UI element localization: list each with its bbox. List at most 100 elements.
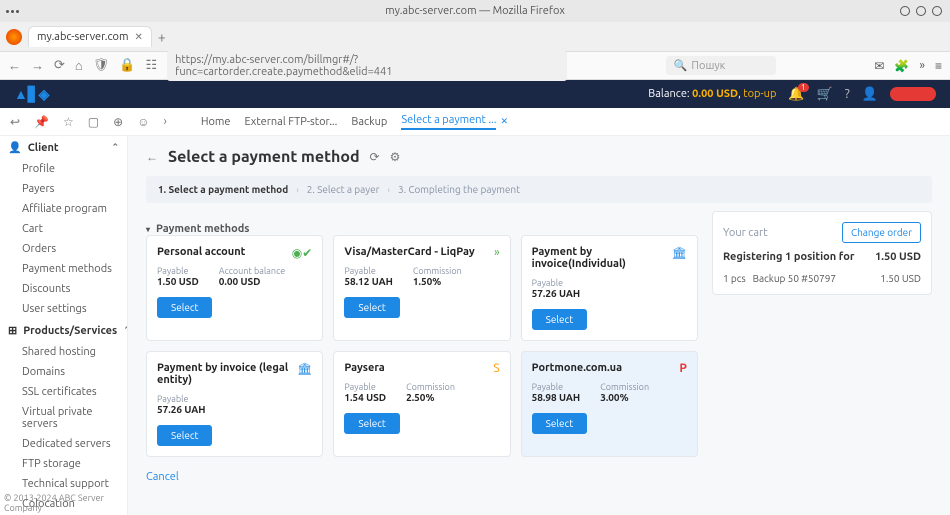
sidebar-item-vps[interactable]: Virtual private servers [0,402,127,434]
bell-icon[interactable]: 🔔1 [788,87,804,102]
sidebar-item-hosting[interactable]: Shared hosting [0,342,127,362]
back-icon[interactable]: ← [146,150,158,164]
bc-ftp[interactable]: External FTP-stor... [245,116,338,128]
shield-icon[interactable]: 🛡 [93,58,110,73]
window-title: my.abc-server.com — Mozilla Firefox [385,5,565,17]
forward-icon[interactable]: → [31,58,44,73]
smile-icon[interactable]: ☺ [137,115,149,129]
search-icon: 🔍 [674,59,688,72]
sidebar-item-discounts[interactable]: Discounts [0,279,127,299]
permissions-icon[interactable]: ☷ [145,58,157,73]
pin-icon[interactable]: 📌 [34,115,49,129]
select-button[interactable]: Select [532,413,587,434]
tab-close-icon[interactable]: ✕ [134,31,142,43]
paysera-icon: S [493,362,499,375]
box-icon[interactable]: ▢ [88,115,99,129]
plus-icon[interactable]: ⊕ [113,115,123,129]
sidebar-item-orders[interactable]: Orders [0,239,127,259]
cart-icon[interactable]: 🛒 [817,87,833,102]
sidebar-item-profile[interactable]: Profile [0,159,127,179]
sidebar-item-user-settings[interactable]: User settings [0,299,127,319]
cart-title: Your cart [723,227,768,239]
cart-total: 1.50 USD [875,251,921,263]
sidebar: 👤Client⌃ Profile Payers Affiliate progra… [0,136,128,515]
bc-backup[interactable]: Backup [351,116,387,128]
select-button[interactable]: Select [157,297,212,318]
liqpay-icon: » [494,246,500,259]
sidebar-item-payers[interactable]: Payers [0,179,127,199]
reload-icon[interactable]: ⟳ [54,58,65,73]
select-button[interactable]: Select [157,425,212,446]
menu-icon[interactable]: ≡ [935,59,942,73]
stepper: 1. Select a payment method › 2. Select a… [146,176,932,203]
method-card-personal[interactable]: ◉✔ Personal account Payable1.50 USD Acco… [146,235,323,341]
window-min-icon[interactable] [900,6,910,16]
bank-icon: 🏛 [297,362,312,376]
sidebar-item-affiliate[interactable]: Affiliate program [0,199,127,219]
bc-payment[interactable]: Select a payment ... [401,114,496,130]
url-bar: ← → ⟳ ⌂ 🛡 🔒 ☷ https://my.abc-server.com/… [0,52,950,80]
change-order-button[interactable]: Change order [842,222,921,243]
tab-title: my.abc-server.com [37,31,128,43]
section-title[interactable]: ▾Payment methods [146,223,698,235]
method-card-liqpay[interactable]: » Visa/MasterCard - LiqPay Payable58.12 … [333,235,510,341]
select-button[interactable]: Select [344,413,399,434]
caret-down-icon: ▾ [146,225,150,234]
bank-icon: 🏛 [672,246,687,260]
user-icon: 👤 [8,141,22,154]
chevron-up-icon: ⌃ [111,142,119,153]
sidebar-item-cart[interactable]: Cart [0,219,127,239]
window-close-icon[interactable] [932,6,942,16]
tab-bar: my.abc-server.com ✕ + [0,22,950,52]
step-1: 1. Select a payment method [158,184,288,195]
method-card-invoice-individual[interactable]: 🏛 Payment by invoice(Individual) Payable… [521,235,698,341]
method-card-invoice-legal[interactable]: 🏛 Payment by invoice (legal entity) Paya… [146,351,323,457]
method-card-paysera[interactable]: S Paysera Payable1.54 USD Commission2.50… [333,351,510,457]
sidebar-group-client[interactable]: 👤Client⌃ [0,136,127,159]
sidebar-item-domains[interactable]: Domains [0,362,127,382]
extension-icon[interactable]: 🧩 [894,59,909,73]
window-max-icon[interactable] [916,6,926,16]
star-icon[interactable]: ☆ [63,115,74,129]
chevron-up-icon: ⌃ [123,325,128,336]
firefox-icon [6,29,22,45]
bc-close-icon[interactable]: ✕ [500,116,508,127]
balance-label: Balance: 0.00 USD, top-up [648,88,776,100]
topup-link[interactable]: top-up [743,88,776,100]
cart-box: Your cart Change order Registering 1 pos… [712,211,932,295]
breadcrumb-row: ↩ 📌 ☆ ▢ ⊕ ☺ › Home External FTP-stor... … [0,108,950,136]
sidebar-item-ftp[interactable]: FTP storage [0,454,127,474]
new-tab-button[interactable]: + [158,29,166,45]
refresh-icon[interactable]: ⟳ [370,150,380,164]
expand-icon[interactable]: » [919,59,925,72]
home-icon[interactable]: ⌂ [75,58,83,73]
help-icon[interactable]: ? [845,87,850,101]
bc-home[interactable]: Home [201,116,231,128]
browser-search-input[interactable]: 🔍 Пошук [666,56,776,75]
page-title: Select a payment method [168,148,360,166]
method-card-portmone[interactable]: P Portmone.com.ua Payable58.98 UAH Commi… [521,351,698,457]
lock-icon: 🔒 [119,58,135,73]
back-arrow-icon[interactable]: ↩ [10,115,20,129]
url-input[interactable]: https://my.abc-server.com/billmgr#/?func… [167,51,567,81]
app-header: ▲▋◈ Balance: 0.00 USD, top-up 🔔1 🛒 ? 👤 [0,80,950,108]
select-button[interactable]: Select [344,297,399,318]
os-titlebar: my.abc-server.com — Mozilla Firefox [0,0,950,22]
sidebar-item-payment-methods[interactable]: Payment methods [0,259,127,279]
back-icon[interactable]: ← [8,58,21,73]
checkmark-icon: ◉✔ [292,246,313,260]
logo[interactable]: ▲▋◈ [14,86,49,103]
browser-tab[interactable]: my.abc-server.com ✕ [28,26,152,47]
chevron-right-icon[interactable]: › [163,115,166,128]
mail-icon[interactable]: ✉ [874,59,884,73]
sidebar-item-support[interactable]: Technical support [0,474,127,494]
sidebar-item-dedicated[interactable]: Dedicated servers [0,434,127,454]
cancel-link[interactable]: Cancel [146,471,179,483]
sidebar-group-products[interactable]: ⊞Products/Services⌃ [0,319,127,342]
sidebar-item-ssl[interactable]: SSL certificates [0,382,127,402]
user-menu[interactable] [890,87,936,101]
gear-icon[interactable]: ⚙ [390,150,401,164]
user-icon[interactable]: 👤 [862,87,878,102]
select-button[interactable]: Select [532,309,587,330]
step-2: 2. Select a payer [307,184,380,195]
